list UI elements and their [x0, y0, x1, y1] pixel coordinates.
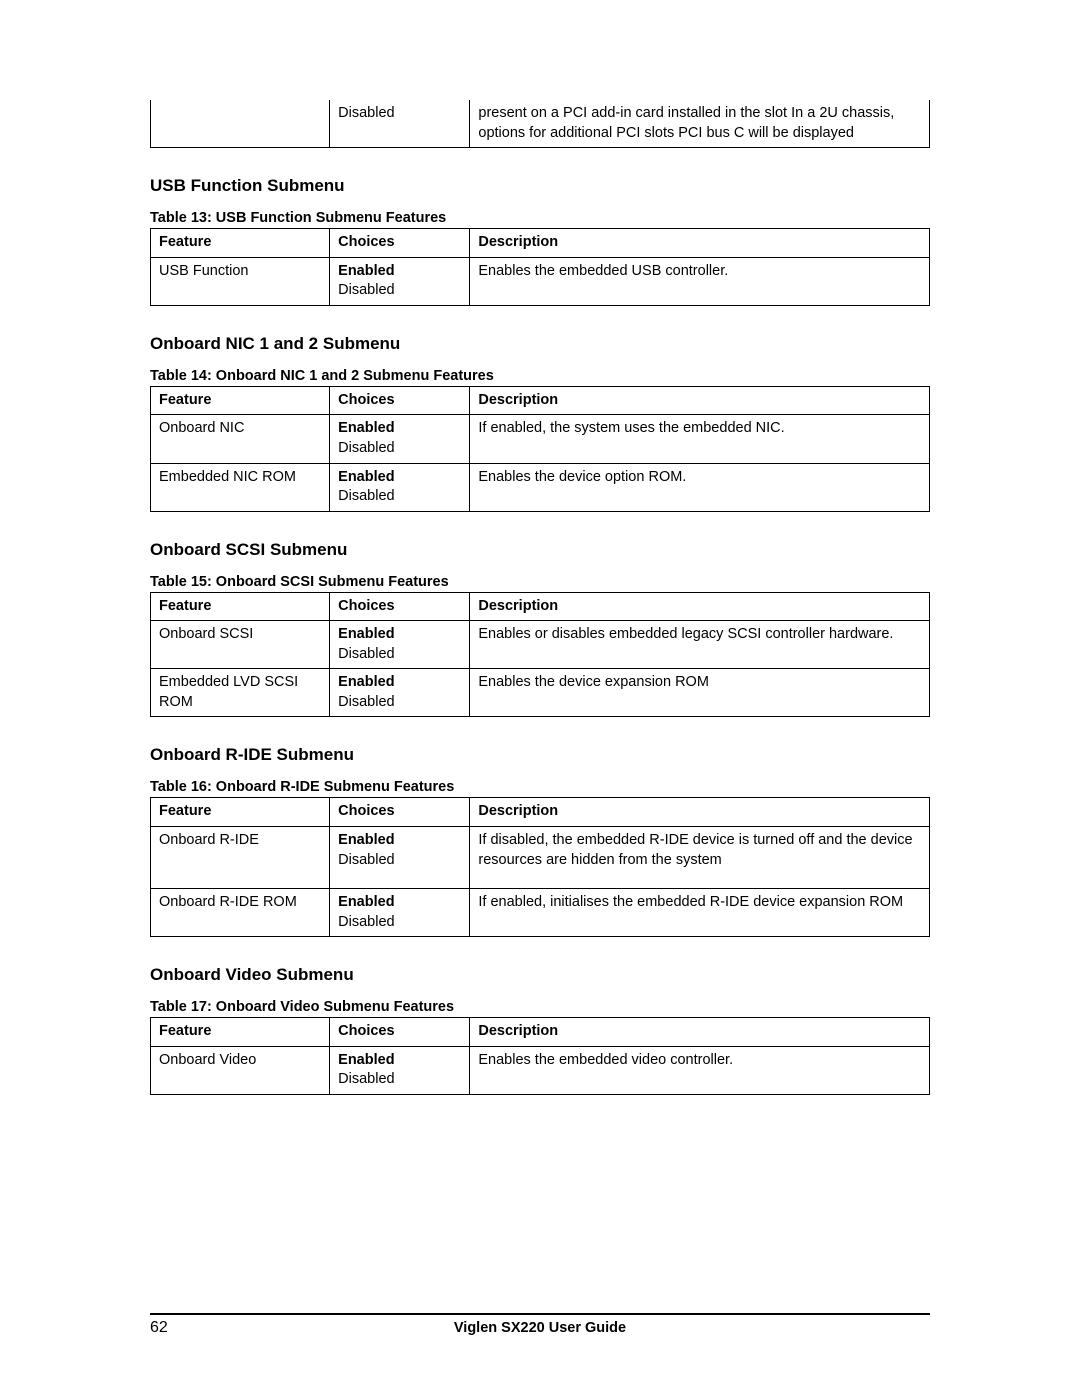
description-cell: Enables or disables embedded legacy SCSI…	[470, 621, 930, 669]
usb-heading: USB Function Submenu	[150, 176, 930, 196]
page-number: 62	[150, 1319, 210, 1337]
col-header-feature: Feature	[151, 592, 330, 621]
description-cell: If enabled, initialises the embedded R-I…	[470, 889, 930, 937]
choice-bold: Enabled	[338, 626, 394, 642]
choice-bold: Enabled	[338, 832, 394, 848]
choice-bold: Enabled	[338, 1052, 394, 1068]
col-header-choices: Choices	[330, 798, 470, 827]
choice-bold: Enabled	[338, 263, 394, 279]
col-header-choices: Choices	[330, 229, 470, 258]
col-header-choices: Choices	[330, 386, 470, 415]
choice-plain: Disabled	[338, 646, 394, 662]
col-header-description: Description	[470, 1018, 930, 1047]
col-header-choices: Choices	[330, 592, 470, 621]
scsi-table: Feature Choices Description Onboard SCSI…	[150, 592, 930, 718]
col-header-feature: Feature	[151, 1018, 330, 1047]
table-row: Onboard SCSI Enabled Disabled Enables or…	[151, 621, 930, 669]
choices-cell: Enabled Disabled	[330, 827, 470, 889]
choices-cell: Enabled Disabled	[330, 463, 470, 511]
video-table-caption: Table 17: Onboard Video Submenu Features	[150, 999, 930, 1015]
choices-cell: Enabled Disabled	[330, 669, 470, 717]
col-header-feature: Feature	[151, 229, 330, 258]
table-row: USB Function Enabled Disabled Enables th…	[151, 257, 930, 305]
description-cell: Enables the embedded USB controller.	[470, 257, 930, 305]
col-header-description: Description	[470, 229, 930, 258]
previous-table-fragment: Disabled present on a PCI add-in card in…	[150, 100, 930, 148]
feature-cell: Onboard NIC	[151, 415, 330, 463]
choice-plain: Disabled	[338, 694, 394, 710]
feature-cell: Onboard R-IDE	[151, 827, 330, 889]
description-cell: If disabled, the embedded R-IDE device i…	[470, 827, 930, 889]
choice-plain: Disabled	[338, 852, 394, 868]
description-cell: If enabled, the system uses the embedded…	[470, 415, 930, 463]
col-header-feature: Feature	[151, 386, 330, 415]
fragment-description-cell: present on a PCI add-in card installed i…	[470, 100, 930, 148]
table-row: Onboard R-IDE Enabled Disabled If disabl…	[151, 827, 930, 889]
nic-table: Feature Choices Description Onboard NIC …	[150, 386, 930, 512]
feature-cell: Onboard SCSI	[151, 621, 330, 669]
choice-bold: Enabled	[338, 469, 394, 485]
choice-bold: Enabled	[338, 674, 394, 690]
fragment-choices-cell: Disabled	[330, 100, 470, 148]
col-header-description: Description	[470, 592, 930, 621]
choice-bold: Enabled	[338, 894, 394, 910]
choices-cell: Enabled Disabled	[330, 257, 470, 305]
table-row: Onboard R-IDE ROM Enabled Disabled If en…	[151, 889, 930, 937]
table-row: Embedded LVD SCSI ROM Enabled Disabled E…	[151, 669, 930, 717]
description-cell: Enables the embedded video controller.	[470, 1046, 930, 1094]
nic-table-caption: Table 14: Onboard NIC 1 and 2 Submenu Fe…	[150, 368, 930, 384]
choice-plain: Disabled	[338, 1071, 394, 1087]
col-header-choices: Choices	[330, 1018, 470, 1047]
video-heading: Onboard Video Submenu	[150, 965, 930, 985]
usb-table-caption: Table 13: USB Function Submenu Features	[150, 210, 930, 226]
col-header-description: Description	[470, 798, 930, 827]
choice-plain: Disabled	[338, 914, 394, 930]
ride-table-caption: Table 16: Onboard R-IDE Submenu Features	[150, 779, 930, 795]
choice-bold: Enabled	[338, 420, 394, 436]
choices-cell: Enabled Disabled	[330, 1046, 470, 1094]
col-header-feature: Feature	[151, 798, 330, 827]
table-row: Onboard Video Enabled Disabled Enables t…	[151, 1046, 930, 1094]
feature-cell: USB Function	[151, 257, 330, 305]
choice-plain: Disabled	[338, 440, 394, 456]
feature-cell: Onboard Video	[151, 1046, 330, 1094]
col-header-description: Description	[470, 386, 930, 415]
scsi-heading: Onboard SCSI Submenu	[150, 540, 930, 560]
scsi-table-caption: Table 15: Onboard SCSI Submenu Features	[150, 574, 930, 590]
feature-cell: Embedded NIC ROM	[151, 463, 330, 511]
choice-plain: Disabled	[338, 282, 394, 298]
page-footer: 62 Viglen SX220 User Guide	[150, 1313, 930, 1337]
table-row: Embedded NIC ROM Enabled Disabled Enable…	[151, 463, 930, 511]
nic-heading: Onboard NIC 1 and 2 Submenu	[150, 334, 930, 354]
feature-cell: Onboard R-IDE ROM	[151, 889, 330, 937]
ride-heading: Onboard R-IDE Submenu	[150, 745, 930, 765]
feature-cell: Embedded LVD SCSI ROM	[151, 669, 330, 717]
footer-title: Viglen SX220 User Guide	[210, 1320, 870, 1336]
video-table: Feature Choices Description Onboard Vide…	[150, 1017, 930, 1095]
choices-cell: Enabled Disabled	[330, 621, 470, 669]
fragment-feature-cell	[151, 100, 330, 148]
table-row: Onboard NIC Enabled Disabled If enabled,…	[151, 415, 930, 463]
ride-table: Feature Choices Description Onboard R-ID…	[150, 797, 930, 937]
description-cell: Enables the device expansion ROM	[470, 669, 930, 717]
choices-cell: Enabled Disabled	[330, 415, 470, 463]
description-cell: Enables the device option ROM.	[470, 463, 930, 511]
choices-cell: Enabled Disabled	[330, 889, 470, 937]
choice-plain: Disabled	[338, 488, 394, 504]
usb-table: Feature Choices Description USB Function…	[150, 228, 930, 306]
